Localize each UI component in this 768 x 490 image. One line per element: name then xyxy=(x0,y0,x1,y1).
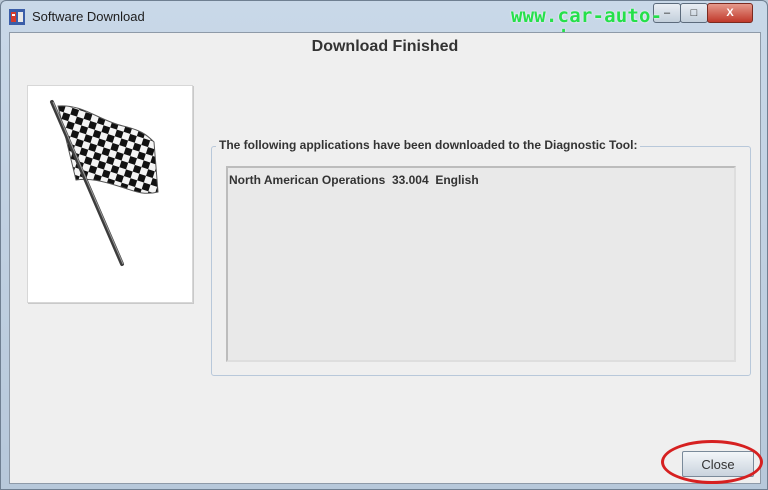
app-icon xyxy=(9,9,25,25)
checkered-flag-icon xyxy=(50,100,159,266)
dialog-heading: Download Finished xyxy=(311,38,459,55)
list-item[interactable]: North American Operations 33.004 English xyxy=(229,173,479,187)
downloaded-apps-list[interactable]: North American Operations 33.004 English xyxy=(226,166,736,362)
app-language: English xyxy=(435,173,479,187)
title-bar[interactable]: Software Download – □ X www.car-auto-rep… xyxy=(1,1,767,49)
software-download-window: Software Download – □ X www.car-auto-rep… xyxy=(0,0,768,490)
flag-image-panel xyxy=(27,85,193,303)
group-label: The following applications have been dow… xyxy=(216,138,641,152)
downloaded-apps-group: The following applications have been dow… xyxy=(211,138,751,376)
window-title: Software Download xyxy=(32,9,145,24)
app-name: North American Operations xyxy=(229,173,386,187)
dialog-body: Download Finished The following applicat… xyxy=(9,32,761,484)
app-version: 33.004 xyxy=(391,173,429,187)
annotation-circle xyxy=(661,440,763,484)
